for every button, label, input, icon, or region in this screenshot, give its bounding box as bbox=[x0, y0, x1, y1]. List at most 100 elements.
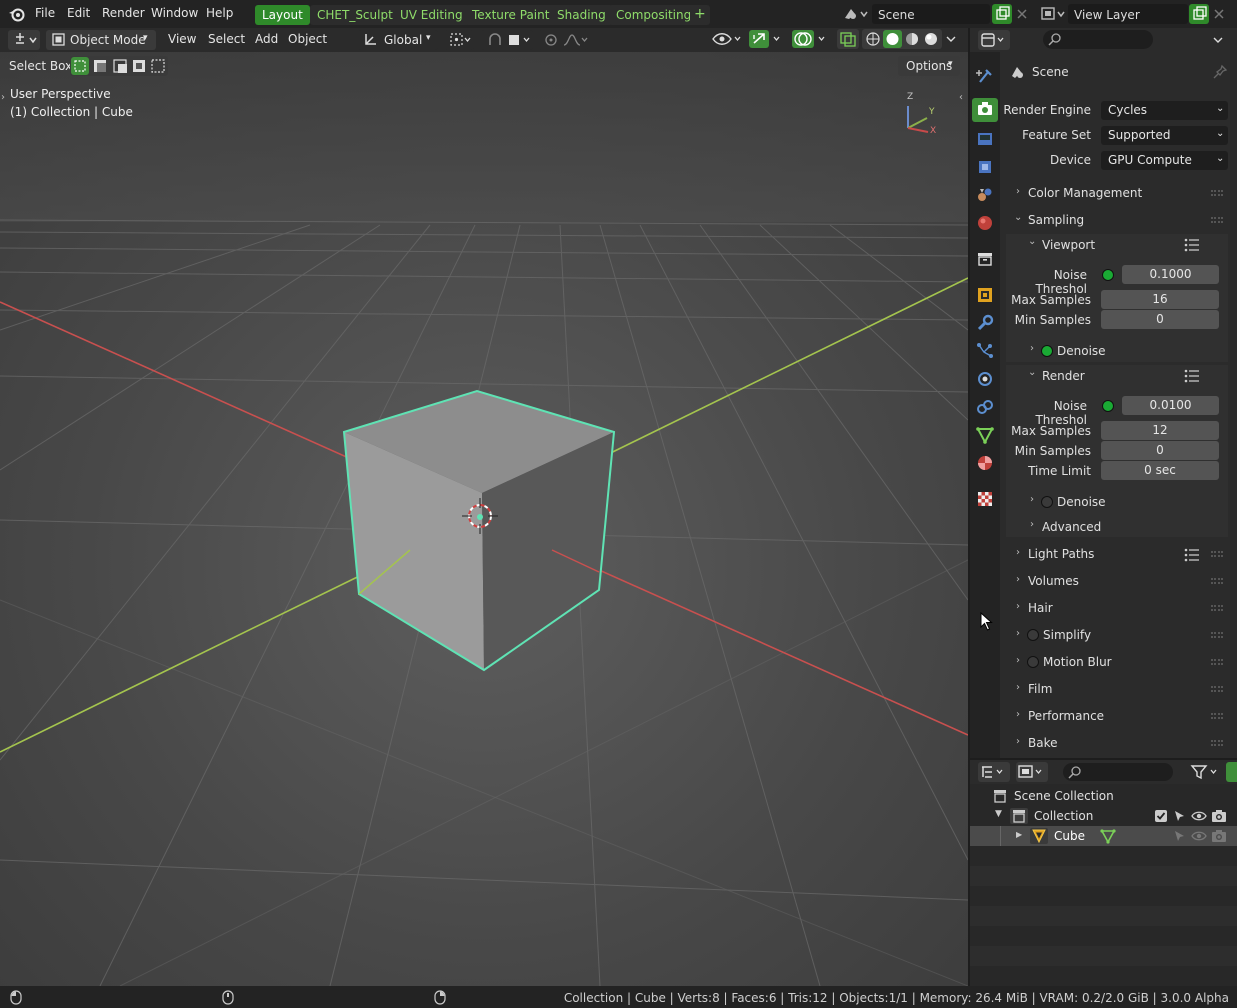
snap-icon[interactable] bbox=[481, 30, 533, 50]
menu-window[interactable]: Window bbox=[151, 6, 198, 20]
outliner-row-collection[interactable]: ▼ Collection bbox=[970, 806, 1237, 826]
workspace-tab-uv-editing[interactable]: UV Editing bbox=[393, 5, 470, 25]
hair-panel-header[interactable]: › Hair bbox=[1006, 598, 1230, 620]
menu-edit[interactable]: Edit bbox=[67, 6, 90, 20]
presets-list-icon[interactable] bbox=[1184, 548, 1200, 562]
device-dropdown[interactable]: GPU Compute ⌄ bbox=[1101, 151, 1228, 170]
tab-collection-icon[interactable] bbox=[972, 247, 998, 271]
select-mode-buttons[interactable] bbox=[70, 56, 168, 76]
add-workspace-button[interactable]: + bbox=[690, 5, 710, 25]
tab-particles-icon[interactable] bbox=[972, 339, 998, 363]
render-camera-icon[interactable] bbox=[1211, 809, 1227, 823]
simplify-toggle[interactable] bbox=[1027, 629, 1039, 641]
properties-search-input[interactable] bbox=[1043, 30, 1153, 49]
options-dropdown[interactable]: Options ▾ bbox=[898, 56, 960, 76]
drag-grip-icon[interactable] bbox=[1211, 713, 1223, 719]
drag-grip-icon[interactable] bbox=[1211, 551, 1223, 557]
volumes-panel-header[interactable]: › Volumes bbox=[1006, 571, 1230, 593]
mesh-data-icon[interactable] bbox=[1100, 828, 1116, 844]
render-subpanel-header[interactable]: ⌄ Render bbox=[1006, 365, 1228, 387]
view-layer-icon[interactable] bbox=[1040, 6, 1066, 22]
presets-list-icon[interactable] bbox=[1184, 369, 1200, 383]
tab-modifiers-icon[interactable] bbox=[972, 311, 998, 335]
tab-output-icon[interactable] bbox=[972, 127, 998, 151]
feature-set-dropdown[interactable]: Supported ⌄ bbox=[1101, 126, 1228, 145]
scene-name-field[interactable]: Scene bbox=[872, 4, 990, 24]
sampling-panel-header[interactable]: ⌄ Sampling bbox=[1006, 210, 1230, 232]
viewport-max-samples-field[interactable]: 16 bbox=[1101, 290, 1219, 309]
drag-grip-icon[interactable] bbox=[1211, 632, 1223, 638]
scene-icon[interactable] bbox=[843, 6, 869, 22]
proportional-editing-icon[interactable] bbox=[538, 30, 588, 50]
viewport-noise-threshold-toggle[interactable] bbox=[1102, 269, 1114, 281]
render-denoise-toggle[interactable] bbox=[1041, 496, 1053, 508]
render-camera-icon[interactable] bbox=[1211, 829, 1227, 843]
new-view-layer-icon[interactable] bbox=[1189, 4, 1209, 24]
visibility-eye-icon[interactable] bbox=[1191, 809, 1207, 823]
delete-view-layer-icon[interactable] bbox=[1210, 4, 1228, 24]
display-mode-icon[interactable] bbox=[1016, 762, 1048, 782]
menu-select[interactable]: Select bbox=[208, 32, 245, 46]
viewport-denoise-subpanel-header[interactable]: › Denoise bbox=[1006, 341, 1228, 361]
visibility-selectability-icon[interactable] bbox=[710, 29, 744, 49]
drag-grip-icon[interactable] bbox=[1211, 190, 1223, 196]
tab-tool-icon[interactable] bbox=[972, 64, 998, 88]
disclosure-triangle-right-icon[interactable]: ▶ bbox=[1016, 830, 1022, 839]
presets-list-icon[interactable] bbox=[1184, 238, 1200, 252]
sidebar-expand-arrow[interactable]: ‹ bbox=[959, 92, 963, 103]
menu-file[interactable]: File bbox=[35, 6, 55, 20]
menu-add[interactable]: Add bbox=[255, 32, 278, 46]
pivot-point-icon[interactable] bbox=[444, 30, 474, 50]
tab-object-data-icon[interactable] bbox=[972, 423, 998, 447]
drag-grip-icon[interactable] bbox=[1211, 605, 1223, 611]
menu-object[interactable]: Object bbox=[288, 32, 327, 46]
workspace-tab-compositing[interactable]: Compositing bbox=[609, 5, 699, 25]
tab-material-icon[interactable] bbox=[972, 451, 998, 475]
color-management-panel-header[interactable]: › Color Management bbox=[1006, 183, 1230, 205]
viewport-subpanel-header[interactable]: ⌄ Viewport bbox=[1006, 234, 1228, 256]
gizmo-toggle-icon[interactable] bbox=[748, 29, 784, 49]
outliner-row-scene-collection[interactable]: Scene Collection bbox=[970, 786, 1237, 806]
shading-options-icon[interactable] bbox=[942, 29, 960, 49]
workspace-tab-shading[interactable]: Shading bbox=[550, 5, 613, 25]
tab-scene-icon[interactable] bbox=[972, 183, 998, 207]
xray-toggle-icon[interactable] bbox=[837, 29, 859, 49]
render-engine-dropdown[interactable]: Cycles ⌄ bbox=[1101, 101, 1228, 120]
bake-panel-header[interactable]: › Bake bbox=[1006, 733, 1230, 755]
visibility-eye-icon[interactable] bbox=[1191, 829, 1207, 843]
delete-scene-icon[interactable] bbox=[1013, 4, 1031, 24]
workspace-tab-texture-paint[interactable]: Texture Paint bbox=[465, 5, 557, 25]
exclude-checkbox[interactable] bbox=[1154, 809, 1168, 823]
view-layer-name-field[interactable]: View Layer bbox=[1068, 4, 1188, 24]
film-panel-header[interactable]: › Film bbox=[1006, 679, 1230, 701]
toolbar-expand-arrow[interactable]: › bbox=[1, 92, 5, 103]
motion-blur-panel-header[interactable]: › Motion Blur bbox=[1006, 652, 1230, 674]
drag-grip-icon[interactable] bbox=[1211, 659, 1223, 665]
3d-viewport[interactable]: Select Box Options ▾ User Perspective (1… bbox=[0, 52, 968, 986]
selectable-arrow-icon[interactable] bbox=[1172, 829, 1186, 843]
new-scene-icon[interactable] bbox=[992, 4, 1012, 24]
render-max-samples-field[interactable]: 12 bbox=[1101, 421, 1219, 440]
mode-selector[interactable]: Object Mode ▾ bbox=[46, 30, 156, 50]
advanced-subpanel-header[interactable]: › Advanced bbox=[1006, 517, 1228, 537]
workspace-tab-chet-sculpt[interactable]: CHET_Sculpt bbox=[310, 5, 400, 25]
tab-world-icon[interactable] bbox=[972, 211, 998, 235]
viewport-denoise-toggle[interactable] bbox=[1041, 345, 1053, 357]
tab-view-layer-icon[interactable] bbox=[972, 155, 998, 179]
menu-view[interactable]: View bbox=[168, 32, 196, 46]
transform-orientation-selector[interactable]: Global ▾ bbox=[358, 30, 438, 50]
render-min-samples-field[interactable]: 0 bbox=[1101, 441, 1219, 460]
shading-mode-selector[interactable] bbox=[862, 29, 942, 49]
simplify-panel-header[interactable]: › Simplify bbox=[1006, 625, 1230, 647]
drag-grip-icon[interactable] bbox=[1211, 217, 1223, 223]
render-noise-threshold-field[interactable]: 0.0100 bbox=[1122, 396, 1219, 415]
render-noise-threshold-toggle[interactable] bbox=[1102, 400, 1114, 412]
properties-options-icon[interactable] bbox=[1208, 30, 1230, 50]
workspace-tab-layout[interactable]: Layout bbox=[255, 5, 310, 25]
viewport-noise-threshold-field[interactable]: 0.1000 bbox=[1122, 265, 1219, 284]
performance-panel-header[interactable]: › Performance bbox=[1006, 706, 1230, 728]
tab-texture-icon[interactable] bbox=[972, 487, 998, 511]
filter-icon[interactable] bbox=[1189, 762, 1223, 782]
render-time-limit-field[interactable]: 0 sec bbox=[1101, 461, 1219, 480]
render-denoise-subpanel-header[interactable]: › Denoise bbox=[1006, 492, 1228, 512]
